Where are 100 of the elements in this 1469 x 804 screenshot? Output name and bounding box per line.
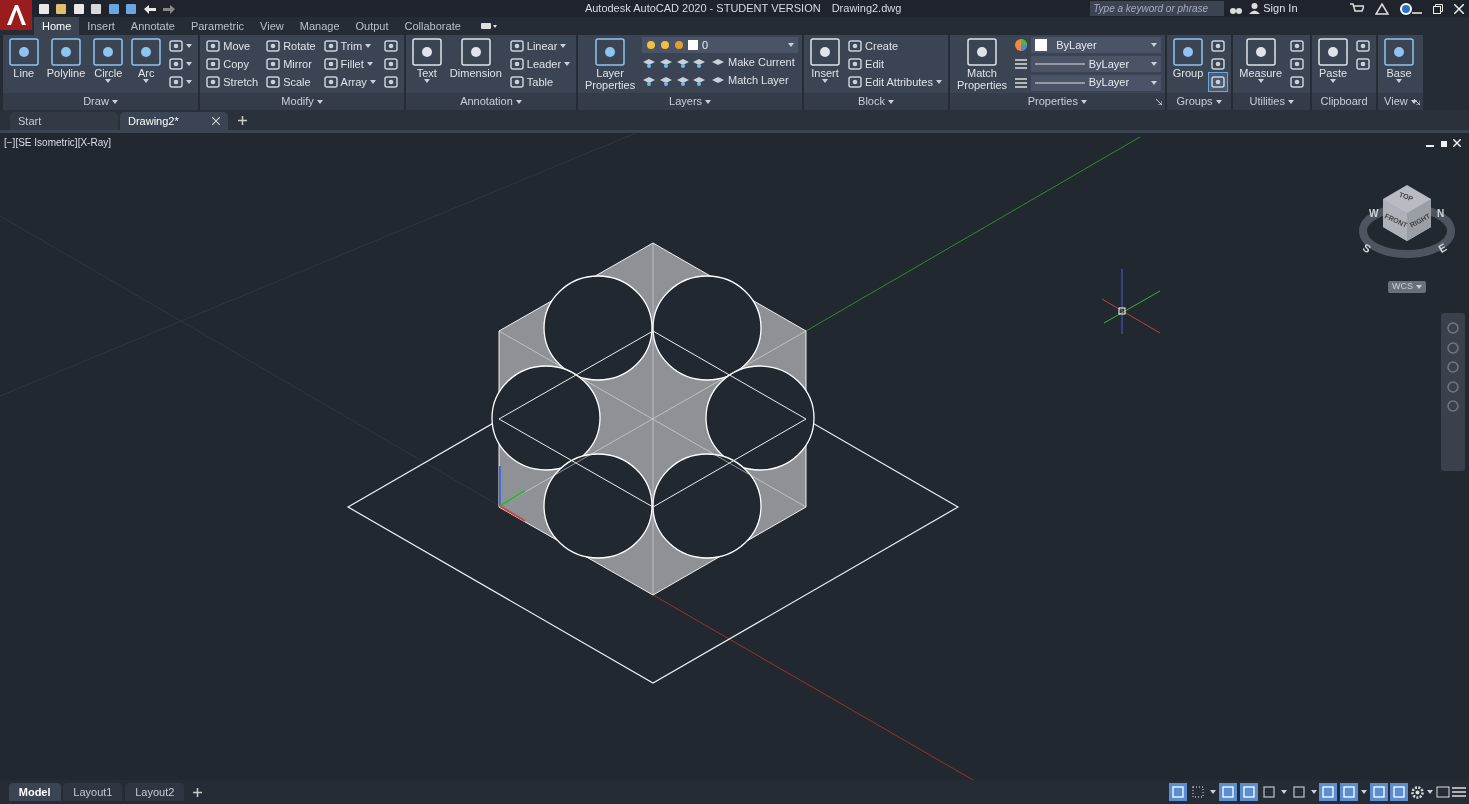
layout-tab[interactable]: Layout2 — [125, 783, 185, 801]
ribbon-tool[interactable] — [167, 55, 195, 73]
ribbon-tab[interactable]: Annotate — [122, 17, 183, 35]
ribbon-tool[interactable]: Array — [321, 73, 378, 91]
ribbon-tab[interactable]: Home — [34, 17, 80, 35]
ribbon-tab[interactable]: Manage — [291, 17, 348, 35]
redo-icon[interactable] — [162, 2, 176, 15]
ribbon-tool[interactable]: Arc — [129, 37, 164, 91]
ribbon-tool[interactable]: Edit Attributes — [846, 73, 944, 91]
ribbon-tool[interactable]: Move — [204, 37, 261, 55]
panel-title[interactable]: Layers — [578, 93, 803, 110]
ribbon-tool[interactable]: Scale — [264, 73, 318, 91]
launcher-icon[interactable] — [1413, 99, 1420, 105]
ribbon-tab[interactable]: Insert — [79, 17, 123, 35]
ribbon-tool[interactable]: Paste — [1316, 37, 1351, 91]
launcher-icon[interactable] — [1155, 99, 1162, 105]
ribbon-tool[interactable]: Table — [507, 73, 573, 91]
ribbon-tool[interactable] — [167, 37, 195, 55]
panel-title[interactable]: Annotation — [405, 93, 577, 110]
ribbon-tool[interactable]: Dimension — [447, 37, 504, 91]
quick-access-icon[interactable] — [55, 2, 67, 15]
ribbon-tool[interactable]: Measure — [1237, 37, 1285, 91]
ribbon-tool[interactable] — [1209, 55, 1228, 73]
ribbon-tool[interactable]: Text — [409, 37, 444, 91]
ribbon-tool[interactable] — [381, 37, 400, 55]
ribbon-tab[interactable]: Output — [347, 17, 397, 35]
close-icon[interactable] — [212, 117, 220, 125]
ribbon-tool[interactable] — [1354, 37, 1373, 55]
ribbon-tool[interactable]: Mirror — [264, 55, 318, 73]
property-dropdown[interactable]: ByLayer — [1030, 74, 1161, 91]
ribbon-tool[interactable] — [1209, 37, 1228, 55]
lines-icon[interactable] — [1013, 56, 1028, 71]
ribbon-tool[interactable] — [381, 73, 400, 91]
panel-title[interactable]: Block — [804, 93, 948, 110]
status-toggle[interactable] — [1369, 783, 1388, 801]
menu-icon[interactable] — [1452, 786, 1467, 798]
app-menu-button[interactable] — [0, 0, 32, 30]
file-tab[interactable]: Drawing2* — [120, 112, 228, 130]
fullscreen-icon[interactable] — [1435, 786, 1450, 798]
panel-title[interactable]: Modify — [200, 93, 404, 110]
ribbon-tool[interactable] — [381, 55, 400, 73]
settings-icon[interactable] — [1411, 785, 1424, 799]
ribbon-tool[interactable]: Copy — [204, 55, 261, 73]
file-tab[interactable]: Start — [10, 112, 118, 130]
status-toggle[interactable] — [1239, 783, 1258, 801]
panel-title[interactable]: Clipboard — [1312, 93, 1377, 110]
cart-icon[interactable] — [1349, 2, 1364, 15]
status-toggle[interactable] — [1168, 783, 1187, 801]
plus-icon[interactable] — [193, 788, 203, 797]
status-toggle[interactable] — [1319, 783, 1338, 801]
ribbon-tool[interactable] — [1209, 73, 1228, 91]
ribbon-tool[interactable] — [1354, 55, 1373, 73]
status-toggle[interactable] — [1340, 783, 1358, 801]
restore-icon[interactable] — [1432, 3, 1443, 14]
undo-icon[interactable] — [142, 2, 157, 15]
layout-tab[interactable]: Model — [8, 783, 61, 801]
panel-title[interactable]: Properties — [949, 93, 1165, 110]
quick-access-icon[interactable] — [90, 2, 102, 15]
quick-access-icon[interactable] — [107, 2, 120, 15]
ribbon-tool[interactable]: Group — [1170, 37, 1206, 91]
ribbon-tab[interactable]: Parametric — [182, 17, 253, 35]
ribbon-tool[interactable]: Leader — [507, 55, 573, 73]
ribbon-tool[interactable]: Insert — [808, 37, 843, 91]
layout-tab[interactable]: Layout1 — [63, 783, 123, 801]
ribbon-tool[interactable]: Linear — [507, 37, 573, 55]
color-wheel-icon[interactable] — [1013, 38, 1028, 52]
ribbon-tool[interactable]: Stretch — [204, 73, 261, 91]
panel-title[interactable]: View — [1378, 93, 1423, 110]
status-toggle[interactable] — [1218, 783, 1237, 801]
quick-access-icon[interactable] — [37, 2, 50, 15]
ribbon-tool[interactable]: Fillet — [321, 55, 378, 73]
ribbon-tool[interactable]: Trim — [321, 37, 378, 55]
ribbon-tool[interactable]: Match Properties — [953, 37, 1010, 91]
ribbon-tab[interactable]: Collaborate — [396, 17, 469, 35]
viewport-controls-label[interactable]: [−][SE Isometric][X-Ray] — [4, 135, 111, 150]
panel-title[interactable]: Draw — [2, 93, 199, 110]
ribbon-tool[interactable] — [1288, 55, 1307, 73]
property-dropdown[interactable]: ByLayer — [1030, 37, 1161, 53]
ribbon-tab[interactable]: View — [252, 17, 292, 35]
search-field[interactable]: Type a keyword or phrase — [1090, 1, 1225, 16]
quick-access-icon[interactable] — [125, 2, 137, 15]
status-toggle[interactable] — [1390, 783, 1409, 801]
ribbon-tool[interactable] — [167, 73, 195, 91]
ribbon-tool[interactable]: Make Current — [709, 53, 797, 71]
panel-title[interactable]: Utilities — [1233, 93, 1311, 110]
triangle-icon[interactable] — [1374, 2, 1389, 15]
panel-title[interactable]: Groups — [1166, 93, 1232, 110]
help-icon[interactable] — [1399, 2, 1412, 15]
ribbon-tool[interactable]: Rotate — [264, 37, 318, 55]
layer-dropdown[interactable]: 0 — [642, 37, 799, 53]
ribbon-tool[interactable]: Polyline — [44, 37, 88, 91]
lines-icon[interactable] — [1013, 75, 1028, 90]
restore-icon[interactable] — [1439, 139, 1448, 147]
ribbon-tool[interactable]: Base — [1382, 37, 1417, 91]
ribbon-tool[interactable]: Create — [846, 37, 944, 55]
ribbon-tool[interactable]: Match Layer — [709, 71, 791, 89]
sign-in-button[interactable]: Sign In — [1247, 0, 1300, 18]
ribbon-tool[interactable]: Line — [6, 37, 41, 91]
ribbon-tool[interactable]: Edit — [846, 55, 944, 73]
ribbon-tool[interactable]: Layer Properties — [582, 37, 639, 91]
